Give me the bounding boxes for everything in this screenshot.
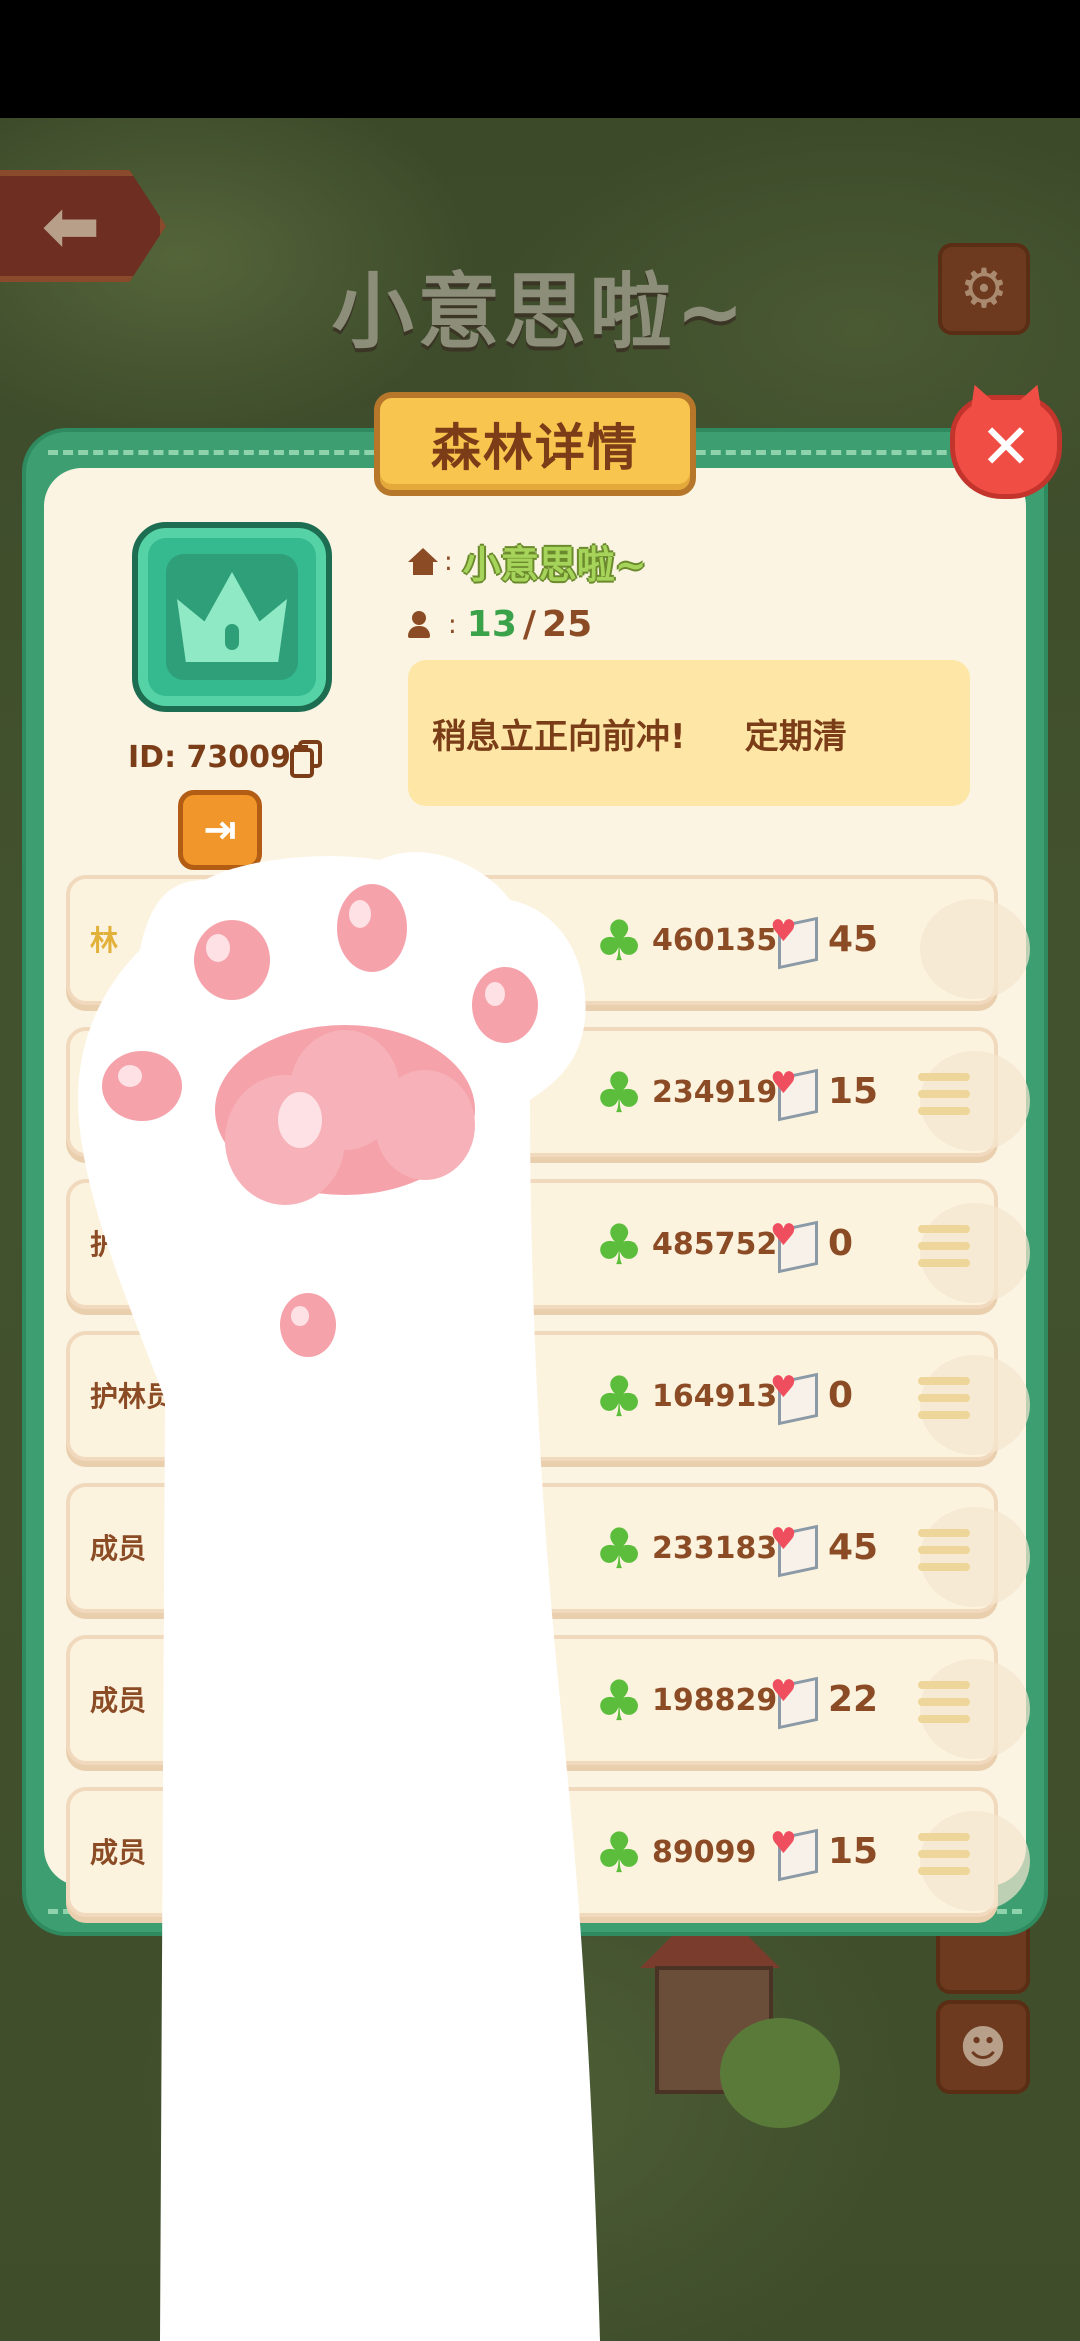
status-bar xyxy=(0,0,1080,118)
heart-mail-icon xyxy=(770,1829,822,1881)
forest-emblem xyxy=(132,522,332,712)
member-count-current: 13 xyxy=(466,604,517,645)
clover-icon: ♣ xyxy=(594,909,645,974)
member-score: 460135 xyxy=(652,923,778,958)
close-icon: ✕ xyxy=(980,410,1032,483)
dialog-title: 森林详情 xyxy=(431,419,639,477)
clover-icon: ♣ xyxy=(594,1061,645,1126)
menu-icon[interactable] xyxy=(918,1681,970,1725)
row-decoration xyxy=(920,899,1030,999)
menu-icon[interactable] xyxy=(918,1833,970,1877)
gear-icon: ⚙ xyxy=(959,257,1009,320)
close-button[interactable]: ✕ xyxy=(950,395,1062,499)
menu-icon[interactable] xyxy=(918,1377,970,1421)
clover-icon: ♣ xyxy=(594,1365,645,1430)
member-row[interactable]: ♣234919 15 xyxy=(66,1027,1030,1157)
dialog-title-badge: 森林详情 xyxy=(374,392,696,496)
exit-icon: ⇥ xyxy=(203,807,237,853)
tree-decoration xyxy=(380,2238,500,2341)
member-role: 护林员 xyxy=(90,1380,175,1413)
profile-card-icon: ☻ xyxy=(959,2020,1007,2074)
crown-icon xyxy=(177,572,287,662)
home-icon xyxy=(408,547,438,576)
menu-icon[interactable] xyxy=(918,1225,970,1269)
menu-icon[interactable] xyxy=(918,1073,970,1117)
member-role: 成员 xyxy=(90,1532,147,1565)
heart-mail-icon xyxy=(770,1525,822,1577)
member-count-row: : 13 / 25 xyxy=(408,604,592,645)
member-gifts: 0 xyxy=(828,1223,854,1264)
heart-mail-icon xyxy=(770,917,822,969)
clover-icon: ♣ xyxy=(594,1517,645,1582)
tree-decoration xyxy=(220,2078,340,2188)
member-count-separator: / xyxy=(522,604,537,645)
member-role: 林 xyxy=(90,924,119,957)
heart-mail-icon xyxy=(770,1221,822,1273)
member-score: 485752 xyxy=(652,1227,778,1262)
settings-button[interactable]: ⚙ xyxy=(938,243,1030,335)
member-score: 198829 xyxy=(652,1683,778,1718)
member-row[interactable]: 成员 ♣89099 15 xyxy=(66,1787,1030,1917)
forest-name: 小意思啦~ xyxy=(462,543,647,587)
member-gifts: 45 xyxy=(828,919,879,960)
forest-title: 小意思啦~ xyxy=(331,265,749,360)
member-score: 234919 xyxy=(652,1075,778,1110)
member-role: 成员 xyxy=(90,1836,147,1869)
forest-announcement: 稍息立正向前冲! 定期清 xyxy=(408,660,970,806)
member-gifts: 22 xyxy=(828,1679,879,1720)
member-row[interactable]: 成员 ♣233183 45 xyxy=(66,1483,1030,1613)
member-gifts: 45 xyxy=(828,1527,879,1568)
clover-icon: ♣ xyxy=(594,1213,645,1278)
member-row[interactable]: 林 ♣460135 45 xyxy=(66,875,1030,1005)
member-gifts: 0 xyxy=(828,1375,854,1416)
member-score: 164913 xyxy=(652,1379,778,1414)
profile-button[interactable]: ☻ xyxy=(936,2000,1030,2094)
exit-forest-button[interactable]: ⇥ xyxy=(178,790,262,870)
members-icon xyxy=(408,610,442,639)
forest-name-row: : 小意思啦~ xyxy=(408,534,647,589)
member-row[interactable]: 护林员 ♣485752 0 xyxy=(66,1179,1030,1309)
member-score: 89099 xyxy=(652,1835,757,1870)
member-role: 护林员 xyxy=(90,1228,175,1261)
heart-mail-icon xyxy=(770,1677,822,1729)
map-player-label[interactable]: 机器猫123 xyxy=(290,1988,503,2034)
forest-id: ID: 730095 xyxy=(128,740,312,775)
member-score: 233183 xyxy=(652,1531,778,1566)
member-row[interactable]: 护林员 ♣164913 0 xyxy=(66,1331,1030,1461)
heart-mail-icon xyxy=(770,1373,822,1425)
member-role: 成员 xyxy=(90,1684,147,1717)
member-count-max: 25 xyxy=(542,604,593,645)
member-gifts: 15 xyxy=(828,1071,879,1112)
member-gifts: 15 xyxy=(828,1831,879,1872)
clover-icon: ♣ xyxy=(594,1669,645,1734)
clover-icon: ♣ xyxy=(594,1821,645,1886)
heart-mail-icon xyxy=(770,1069,822,1121)
tree-decoration xyxy=(720,2018,840,2128)
menu-icon[interactable] xyxy=(918,1529,970,1573)
copy-icon[interactable] xyxy=(290,740,324,778)
member-row[interactable]: 成员 ♣198829 22 xyxy=(66,1635,1030,1765)
